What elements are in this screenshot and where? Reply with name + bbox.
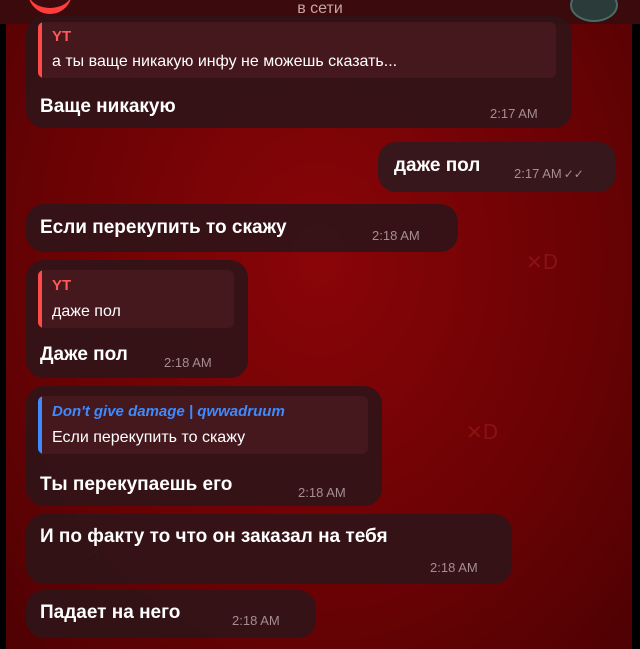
message-time: 2:18 AM: [298, 485, 346, 500]
message-text: И по факту то что он заказал на тебя: [40, 526, 388, 547]
reply-quote[interactable]: YT даже пол: [38, 270, 234, 328]
message-text: даже пол: [394, 155, 481, 176]
message-time: 2:17 AM ✓✓: [514, 166, 584, 181]
reply-quote[interactable]: YT а ты ваще никакую инфу не можешь сказ…: [38, 22, 556, 78]
background-doodle: ✕D: [526, 250, 559, 274]
message-bubble[interactable]: Don't give damage | qwwadruum Если перек…: [26, 386, 382, 506]
reply-quote[interactable]: Don't give damage | qwwadruum Если перек…: [38, 396, 368, 454]
reply-text: даже пол: [52, 303, 121, 320]
reply-author: Don't give damage | qwwadruum: [52, 403, 285, 420]
message-bubble[interactable]: Падает на него 2:18 AM: [26, 590, 316, 638]
message-text: Ваще никакую: [40, 96, 176, 117]
message-text: Ты перекупаешь его: [40, 474, 233, 495]
message-time: 2:18 AM: [430, 560, 478, 575]
outgoing-message-bubble[interactable]: даже пол 2:17 AM ✓✓: [378, 142, 616, 192]
read-ticks-icon: ✓✓: [563, 167, 584, 181]
message-bubble[interactable]: YT даже пол Даже пол 2:18 AM: [26, 260, 248, 378]
message-time: 2:18 AM: [372, 228, 420, 243]
message-time: 2:18 AM: [164, 355, 212, 370]
message-bubble[interactable]: Если перекупить то скажу 2:18 AM: [26, 204, 458, 252]
reply-bar: [38, 22, 42, 78]
message-bubble[interactable]: И по факту то что он заказал на тебя 2:1…: [26, 514, 512, 584]
reply-author: YT: [52, 277, 72, 294]
message-text: Падает на него: [40, 602, 181, 623]
reply-author: YT: [52, 28, 72, 45]
reply-text: Если перекупить то скажу: [52, 429, 246, 446]
message-bubble[interactable]: YT а ты ваще никакую инфу не можешь сказ…: [26, 16, 572, 128]
reply-bar: [38, 270, 42, 328]
avatar[interactable]: [570, 0, 618, 22]
message-text: Даже пол: [40, 344, 128, 365]
message-time: 2:18 AM: [232, 613, 280, 628]
message-text: Если перекупить то скажу: [40, 217, 287, 238]
message-time: 2:17 AM: [490, 106, 538, 121]
reply-text: а ты ваще никакую инфу не можешь сказать…: [52, 53, 398, 70]
background-doodle: ✕D: [466, 420, 499, 444]
reply-bar: [38, 396, 42, 454]
chat-screen: ✕D ✕D ✕D ✕D ✕D ✕D в сети YT а ты ваще ни…: [0, 0, 640, 649]
